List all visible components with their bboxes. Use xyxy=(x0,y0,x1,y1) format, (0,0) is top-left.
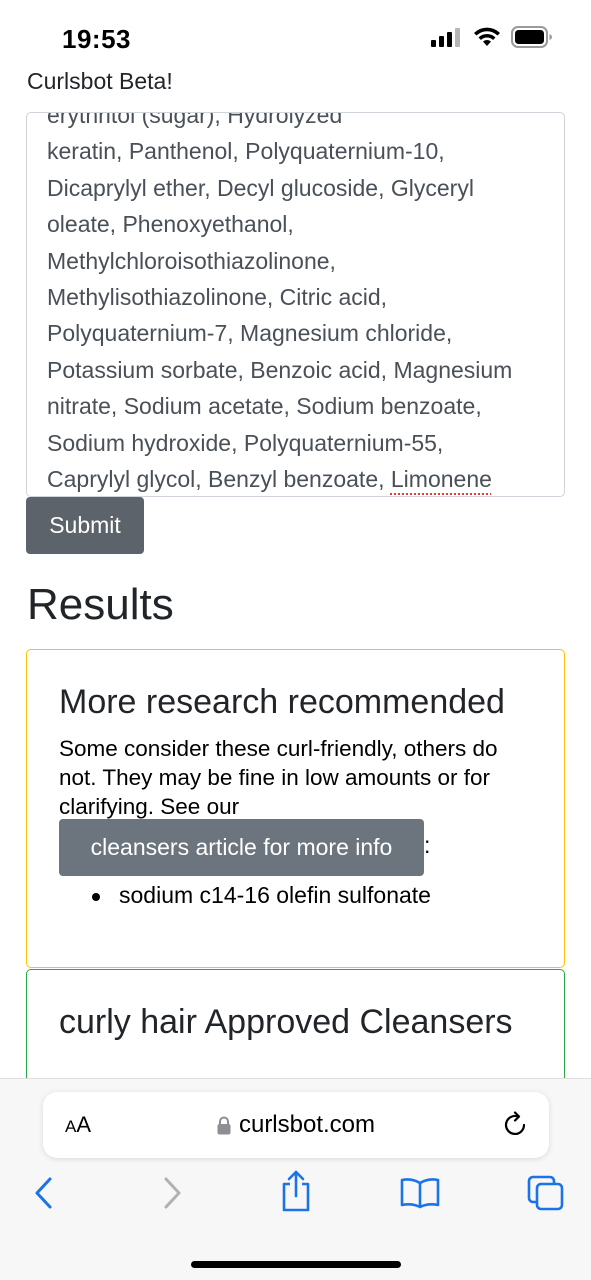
browser-toolbar: AA curlsbot.com xyxy=(0,1078,591,1280)
status-time: 19:53 xyxy=(62,24,131,54)
card-title: More research recommended xyxy=(59,683,505,721)
card-description: Some consider these curl-friendly, other… xyxy=(59,736,498,819)
card-title: curly hair Approved Cleansers xyxy=(59,1003,513,1041)
ingredients-value: erythritol (sugar), Hydrolyzed keratin, … xyxy=(47,112,513,493)
research-recommended-card: More research recommended Some consider … xyxy=(26,649,565,968)
flagged-ingredient-list: sodium c14-16 olefin sulfonate xyxy=(92,882,431,909)
back-arrow-icon[interactable] xyxy=(32,1175,56,1211)
reload-icon[interactable] xyxy=(503,1111,529,1139)
submit-button[interactable]: Submit xyxy=(26,497,144,554)
url-text: curlsbot.com xyxy=(238,1111,376,1138)
status-icons xyxy=(431,26,553,48)
battery-icon xyxy=(511,26,552,48)
address-bar[interactable]: AA curlsbot.com xyxy=(43,1092,549,1158)
browser-nav-row xyxy=(0,1170,591,1225)
share-icon[interactable] xyxy=(279,1169,313,1213)
home-indicator xyxy=(191,1261,401,1268)
app-title: Curlsbot Beta! xyxy=(27,68,173,94)
forward-arrow-icon[interactable] xyxy=(160,1175,184,1211)
tabs-icon[interactable] xyxy=(527,1175,565,1211)
bookmarks-icon[interactable] xyxy=(400,1177,440,1209)
lock-icon xyxy=(217,1116,231,1135)
wifi-icon xyxy=(474,27,500,46)
url-display[interactable]: curlsbot.com xyxy=(43,1111,549,1139)
status-bar: 19:53 xyxy=(0,0,591,70)
cleansers-article-button[interactable]: cleansers article for more info xyxy=(59,819,424,876)
results-heading: Results xyxy=(27,580,174,629)
misspelled-word: Limonene xyxy=(390,466,492,493)
ingredients-text: erythritol (sugar), Hydrolyzed keratin, … xyxy=(47,112,552,496)
ingredients-textarea[interactable]: erythritol (sugar), Hydrolyzed keratin, … xyxy=(26,112,565,497)
cellular-signal-icon xyxy=(431,28,460,47)
colon-text: : xyxy=(424,832,431,858)
list-item: sodium c14-16 olefin sulfonate xyxy=(92,882,431,908)
